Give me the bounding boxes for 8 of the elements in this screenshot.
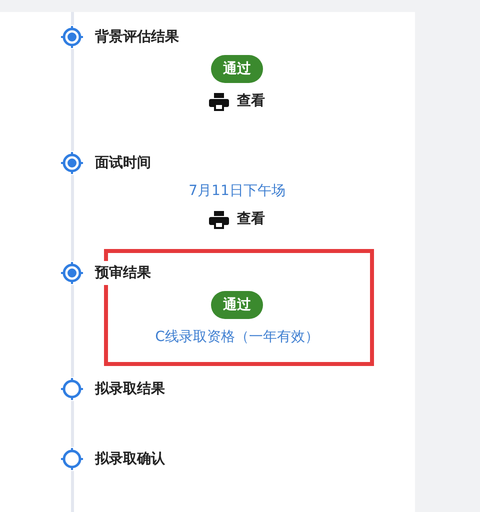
printer-icon: [209, 210, 229, 228]
detail-link[interactable]: 7月11日下午场: [188, 181, 286, 201]
status-badge: 通过: [211, 291, 263, 319]
printer-icon: [209, 92, 229, 110]
detail-link[interactable]: C线录取资格（一年有效）: [155, 327, 319, 347]
view-button[interactable]: 查看: [209, 209, 265, 230]
status-badge: 通过: [211, 55, 263, 83]
view-button[interactable]: 查看: [209, 91, 265, 112]
